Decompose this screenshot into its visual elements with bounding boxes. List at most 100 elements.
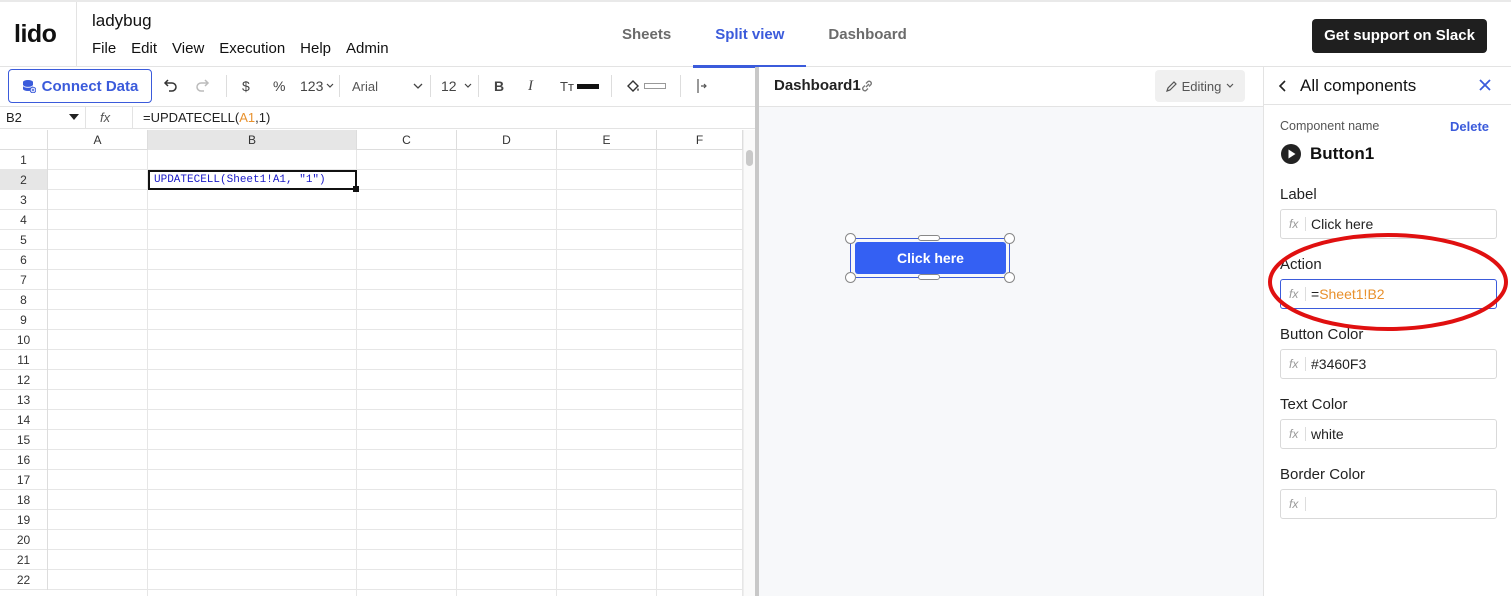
support-slack-button[interactable]: Get support on Slack [1312, 19, 1487, 53]
row-header[interactable]: 2 [0, 170, 48, 190]
undo-button[interactable] [162, 75, 178, 97]
menu-admin[interactable]: Admin [346, 40, 389, 57]
tab-sheets[interactable]: Sheets [600, 2, 693, 67]
vertical-scrollbar[interactable] [743, 130, 755, 596]
select-all-corner[interactable] [0, 130, 48, 150]
row-header[interactable]: 5 [0, 230, 48, 250]
row-header[interactable]: 20 [0, 530, 48, 550]
app-logo[interactable]: lido [14, 20, 57, 49]
column-header-f[interactable]: F [657, 130, 743, 150]
row-header[interactable]: 8 [0, 290, 48, 310]
link-icon[interactable] [859, 78, 875, 94]
formula-input[interactable]: =UPDATECELL(A1,1) [143, 107, 270, 128]
column-header-d[interactable]: D [457, 130, 557, 150]
grid-row: 4 [0, 210, 743, 230]
row-header[interactable]: 19 [0, 510, 48, 530]
grid-row: 11 [0, 350, 743, 370]
fx-label: fx [1289, 357, 1299, 371]
divider [1305, 217, 1306, 231]
divider [1305, 287, 1306, 301]
row-header[interactable]: 1 [0, 150, 48, 170]
row-header[interactable]: 11 [0, 350, 48, 370]
grid-row: 7 [0, 270, 743, 290]
spreadsheet-grid[interactable]: 1 2 3 4 5 6 7 8 9 10 11 12 13 14 15 16 17 18 19 20 21 22 ABCD… [0, 130, 743, 596]
dashboard-header: Dashboard1 Editing [759, 67, 1263, 107]
scrollbar-thumb[interactable] [746, 150, 753, 166]
column-width-button[interactable] [694, 75, 708, 97]
font-size-dropdown[interactable]: 12 [441, 75, 473, 97]
text-color-input[interactable]: fx white [1280, 419, 1497, 449]
dashboard-name[interactable]: Dashboard1 [774, 77, 861, 94]
row-header[interactable]: 7 [0, 270, 48, 290]
row-header[interactable]: 10 [0, 330, 48, 350]
formula-reference: A1 [239, 110, 256, 125]
delete-component-button[interactable]: Delete [1450, 119, 1489, 134]
undo-icon [163, 79, 177, 92]
tab-split-view[interactable]: Split view [693, 2, 807, 68]
menu-file[interactable]: File [92, 40, 116, 57]
top-bar: lido ladybug File Edit View Execution He… [0, 0, 1511, 68]
divider [226, 75, 227, 97]
percent-format-button[interactable]: % [273, 75, 285, 97]
resize-handle[interactable] [1004, 272, 1015, 283]
resize-handle[interactable] [918, 274, 940, 280]
menu-view[interactable]: View [172, 40, 204, 57]
properties-panel: All components Component name Delete But… [1263, 67, 1511, 596]
menu-execution[interactable]: Execution [219, 40, 285, 57]
row-header[interactable]: 3 [0, 190, 48, 210]
border-color-input[interactable]: fx [1280, 489, 1497, 519]
row-header[interactable]: 9 [0, 310, 48, 330]
dashboard-button[interactable]: Click here [855, 242, 1006, 274]
row-header[interactable]: 6 [0, 250, 48, 270]
fill-handle[interactable] [353, 186, 359, 192]
button-color-input[interactable]: fx #3460F3 [1280, 349, 1497, 379]
resize-handle[interactable] [1004, 233, 1015, 244]
row-header[interactable]: 18 [0, 490, 48, 510]
name-box[interactable]: B2 [0, 107, 86, 129]
selected-cell-b2[interactable]: UPDATECELL(Sheet1!A1, "1") [148, 170, 359, 192]
back-arrow-icon[interactable] [1278, 79, 1288, 93]
editing-mode-dropdown[interactable]: Editing [1155, 70, 1245, 102]
row-header[interactable]: 22 [0, 570, 48, 590]
grid-row: 5 [0, 230, 743, 250]
row-header[interactable]: 14 [0, 410, 48, 430]
action-input[interactable]: fx =Sheet1!B2 [1280, 279, 1497, 309]
text-color-button[interactable]: Tт [560, 75, 599, 97]
column-header-c[interactable]: C [357, 130, 457, 150]
row-header[interactable]: 21 [0, 550, 48, 570]
fx-label: fx [1289, 427, 1299, 441]
italic-button[interactable]: I [528, 75, 533, 97]
number-format-dropdown[interactable]: 123 [300, 75, 335, 97]
redo-button[interactable] [195, 75, 211, 97]
column-header-b[interactable]: B [148, 130, 357, 150]
fill-color-button[interactable] [625, 75, 666, 97]
document-title[interactable]: ladybug [92, 11, 152, 31]
currency-format-button[interactable]: $ [242, 75, 250, 97]
resize-handle[interactable] [845, 272, 856, 283]
bold-button[interactable]: B [494, 75, 504, 97]
chevron-down-icon [1226, 83, 1234, 88]
connect-data-button[interactable]: Connect Data [8, 69, 152, 103]
label-input[interactable]: fx Click here [1280, 209, 1497, 239]
tab-dashboard[interactable]: Dashboard [806, 2, 928, 67]
selected-component-frame[interactable]: Click here [850, 238, 1010, 278]
close-icon[interactable] [1478, 78, 1492, 92]
row-header[interactable]: 4 [0, 210, 48, 230]
grid-row: 10 [0, 330, 743, 350]
fill-color-swatch [644, 83, 666, 89]
row-header[interactable]: 12 [0, 370, 48, 390]
row-header[interactable]: 15 [0, 430, 48, 450]
resize-handle[interactable] [845, 233, 856, 244]
font-family-dropdown[interactable]: Arial [352, 75, 424, 97]
column-header-e[interactable]: E [557, 130, 657, 150]
resize-handle[interactable] [918, 235, 940, 241]
menu-help[interactable]: Help [300, 40, 331, 57]
divider [430, 75, 431, 97]
row-header[interactable]: 16 [0, 450, 48, 470]
column-header-a[interactable]: A [48, 130, 148, 150]
component-name[interactable]: Button1 [1310, 144, 1374, 164]
view-tabs: Sheets Split view Dashboard [600, 2, 929, 68]
row-header[interactable]: 13 [0, 390, 48, 410]
menu-edit[interactable]: Edit [131, 40, 157, 57]
row-header[interactable]: 17 [0, 470, 48, 490]
